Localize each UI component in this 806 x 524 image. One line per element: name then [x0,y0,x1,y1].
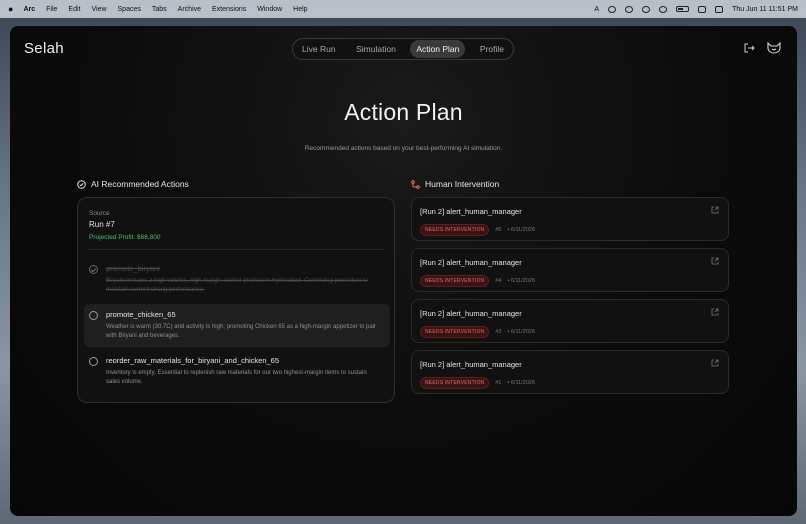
unchecked-circle-icon[interactable] [89,311,98,320]
battery-icon[interactable] [676,6,690,12]
intervention-date: • 6/11/2026 [507,278,535,284]
menu-extensions[interactable]: Extensions [212,6,246,13]
recommended-actions-card: Source Run #7 Projected Profit: $66,800 … [77,197,395,403]
intervention-meta: NEEDS INTERVENTION #4 • 6/11/2026 [420,275,535,287]
external-link-icon[interactable] [711,359,719,367]
status-badge: NEEDS INTERVENTION [420,326,490,338]
status-badge: NEEDS INTERVENTION [420,377,490,389]
external-link-icon[interactable] [711,206,719,214]
action-name: promote_chicken_65 [106,310,176,319]
page-subtitle: Recommended actions based on your best-p… [304,145,503,152]
source-block: Source Run #7 Projected Profit: $66,800 [89,210,161,241]
action-item-reorder-raw-materials[interactable]: reorder_raw_materials_for_biryani_and_ch… [84,350,390,393]
intervention-card[interactable]: [Run 2] alert_human_manager NEEDS INTERV… [411,350,729,394]
status-badge: NEEDS INTERVENTION [420,275,490,287]
intervention-title: [Run 2] alert_human_manager [420,309,522,318]
menubar-clock[interactable]: Thu Jun 11 11:51 PM [732,6,798,13]
intervention-meta: NEEDS INTERVENTION #3 • 6/11/2026 [420,326,535,338]
menu-spaces[interactable]: Spaces [118,6,141,13]
brand-logo[interactable]: Selah [24,40,64,57]
status-badge: NEEDS INTERVENTION [420,224,490,236]
app-window: Selah Live Run Simulation Action Plan Pr… [10,26,797,516]
external-link-icon[interactable] [711,257,719,265]
intervention-number: #5 [495,227,502,233]
checked-circle-icon[interactable] [89,265,98,274]
menubar: ● Arc File Edit View Spaces Tabs Archive… [0,0,806,18]
action-desc: Biryani remains a high-volume, high-marg… [106,278,368,293]
divider [89,249,383,250]
intervention-date: • 6/11/2026 [507,329,535,335]
fox-avatar-icon[interactable] [767,42,781,54]
intervention-number: #4 [495,278,502,284]
headphones-icon[interactable] [625,5,634,13]
intervention-title: [Run 2] alert_human_manager [420,207,522,216]
menu-window[interactable]: Window [257,6,282,13]
intervention-meta: NEEDS INTERVENTION #1 • 6/11/2026 [420,377,535,389]
intervention-title: [Run 2] alert_human_manager [420,360,522,369]
action-desc: Weather is warm (30.7C) and activity is … [106,324,377,339]
branch-icon [411,179,420,189]
intervention-title: [Run 2] alert_human_manager [420,258,522,267]
action-desc: Inventory is empty. Essential to repleni… [106,370,367,385]
intervention-card[interactable]: [Run 2] alert_human_manager NEEDS INTERV… [411,197,729,241]
tab-live-run[interactable]: Live Run [296,40,342,58]
projected-profit: Projected Profit: $66,800 [89,234,161,241]
action-name: reorder_raw_materials_for_biryani_and_ch… [106,356,280,365]
top-right-actions [743,42,781,54]
apple-icon[interactable]: ● [8,4,13,14]
recommended-actions-title: AI Recommended Actions [91,179,189,189]
unchecked-circle-icon[interactable] [89,357,98,366]
human-intervention-title: Human Intervention [425,179,500,189]
tab-action-plan[interactable]: Action Plan [410,40,466,58]
action-item-promote-chicken-65[interactable]: promote_chicken_65 Weather is warm (30.7… [84,304,390,347]
check-circle-icon [77,179,86,189]
intervention-date: • 6/11/2026 [507,380,535,386]
menu-help[interactable]: Help [293,6,307,13]
menu-archive[interactable]: Archive [178,6,201,13]
control-center-icon[interactable] [715,5,724,13]
logout-icon[interactable] [743,42,755,54]
menu-app-name[interactable]: Arc [23,6,35,13]
source-run: Run #7 [89,220,115,229]
intervention-meta: NEEDS INTERVENTION #5 • 6/11/2026 [420,224,535,236]
page-title: Action Plan [344,99,463,125]
source-label: Source [89,210,110,217]
menubar-status-area: A Thu Jun 11 11:51 PM [594,5,798,13]
menu-file[interactable]: File [46,6,57,13]
intervention-number: #1 [495,380,502,386]
intervention-card[interactable]: [Run 2] alert_human_manager NEEDS INTERV… [411,299,729,343]
menu-edit[interactable]: Edit [68,6,80,13]
tab-profile[interactable]: Profile [474,40,510,58]
wifi-icon[interactable] [642,5,651,13]
intervention-card[interactable]: [Run 2] alert_human_manager NEEDS INTERV… [411,248,729,292]
intervention-number: #3 [495,329,502,335]
tab-simulation[interactable]: Simulation [350,40,402,58]
human-intervention-heading: Human Intervention [411,179,499,189]
menu-tabs[interactable]: Tabs [152,6,167,13]
main-nav: Live Run Simulation Action Plan Profile [292,38,514,60]
action-item-promote-biryani[interactable]: promote_biryani Biryani remains a high-v… [84,258,390,301]
menu-view[interactable]: View [91,6,106,13]
compass-icon[interactable] [659,5,668,13]
recommended-actions-heading: AI Recommended Actions [77,179,189,189]
pen-icon[interactable] [608,5,617,13]
keyboard-input-icon[interactable]: A [594,6,599,13]
intervention-date: • 6/11/2026 [507,227,535,233]
action-name: promote_biryani [106,264,160,273]
display-icon[interactable] [698,5,707,13]
external-link-icon[interactable] [711,308,719,316]
